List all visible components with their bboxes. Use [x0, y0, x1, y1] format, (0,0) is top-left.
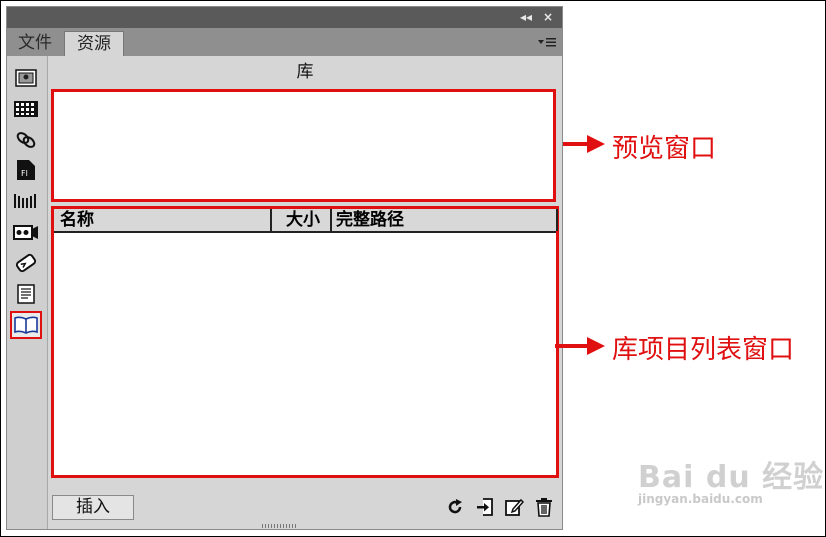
tab-files[interactable]: 文件 — [9, 31, 61, 56]
preview-arrowhead — [587, 135, 605, 153]
preview-window — [51, 89, 556, 202]
library-icon[interactable] — [10, 311, 42, 339]
column-header-size[interactable]: 大小 — [270, 209, 320, 231]
scripts-icon[interactable] — [12, 251, 40, 275]
preview-arrow-line — [563, 142, 589, 146]
list-arrowhead — [587, 337, 605, 355]
movies-icon[interactable] — [12, 220, 40, 244]
urls-icon[interactable] — [12, 128, 40, 152]
templates-icon[interactable] — [12, 282, 40, 306]
assets-panel: ◂◂ × 文件 资源 Fl 库 名称 大小 完整路径 插入 — [6, 6, 563, 530]
flash-icon[interactable]: Fl — [12, 158, 40, 182]
list-arrow-line — [555, 344, 589, 348]
svg-text:Fl: Fl — [21, 169, 28, 178]
list-header: 名称 大小 完整路径 — [54, 209, 558, 233]
tab-assets[interactable]: 资源 — [64, 31, 124, 56]
shockwave-icon[interactable] — [12, 189, 40, 213]
panel-menu-icon[interactable] — [538, 36, 556, 48]
baidu-watermark: Bai du 经验 jingyan.baidu.com — [638, 460, 825, 506]
tab-bar: 文件 资源 — [7, 28, 562, 56]
images-icon[interactable] — [12, 66, 40, 90]
list-annotation: 库项目列表窗口 — [612, 335, 795, 365]
column-header-path[interactable]: 完整路径 — [330, 209, 404, 231]
column-header-name[interactable]: 名称 — [60, 209, 94, 231]
colors-icon[interactable] — [12, 97, 40, 121]
asset-category-sidebar: Fl — [7, 56, 48, 529]
edit-icon[interactable] — [503, 496, 525, 518]
refresh-icon[interactable] — [444, 496, 466, 518]
library-title: 库 — [296, 62, 314, 82]
insert-button[interactable]: 插入 — [52, 495, 134, 520]
preview-annotation: 预览窗口 — [612, 134, 717, 164]
column-header-end — [556, 209, 558, 231]
delete-icon[interactable] — [533, 496, 555, 518]
panel-titlebar: ◂◂ × — [7, 7, 562, 29]
library-item-list[interactable]: 名称 大小 完整路径 — [51, 206, 559, 478]
resize-grip[interactable] — [262, 524, 298, 528]
new-item-icon[interactable] — [474, 496, 496, 518]
collapse-icon[interactable]: ◂◂ — [518, 9, 534, 25]
close-icon[interactable]: × — [540, 9, 556, 25]
